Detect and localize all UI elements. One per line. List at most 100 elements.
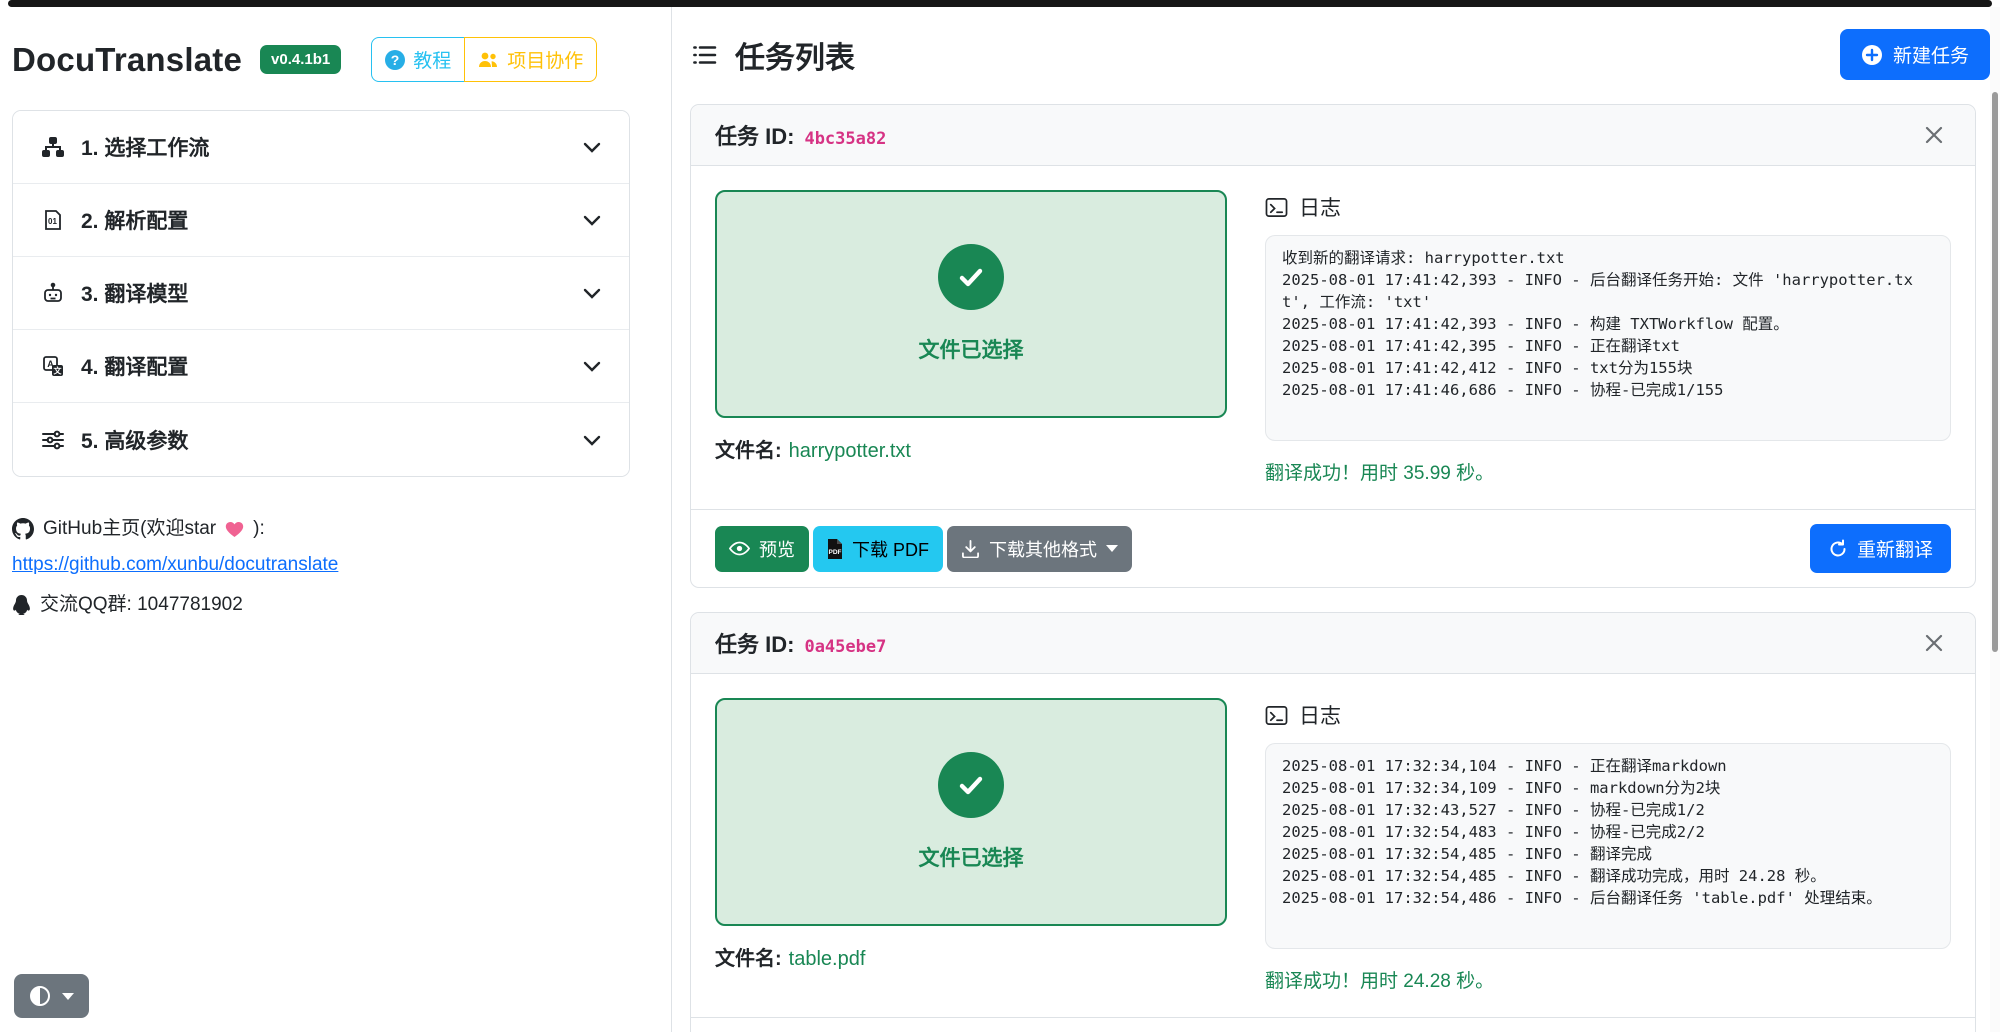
github-icon xyxy=(12,518,34,540)
scrollbar-track[interactable] xyxy=(1990,7,2000,1032)
theme-toggle-button[interactable] xyxy=(14,974,89,1018)
sliders-icon xyxy=(41,428,65,452)
qq-text: 交流QQ群: 1047781902 xyxy=(40,587,243,623)
robot-icon xyxy=(41,281,65,305)
log-line: 2025-08-01 17:32:34,109 - INFO - markdow… xyxy=(1282,777,1934,799)
accordion-label: 1. 选择工作流 xyxy=(81,132,209,162)
github-text-suffix: ): xyxy=(253,511,265,547)
log-line: 2025-08-01 17:41:42,393 - INFO - 构建 TXTW… xyxy=(1282,313,1934,335)
pdf-file-icon: PDF xyxy=(827,539,843,559)
download-other-button[interactable]: 下载其他格式 xyxy=(947,526,1132,572)
chevron-down-icon xyxy=(581,209,603,231)
svg-text:?: ? xyxy=(391,52,400,68)
log-line: 2025-08-01 17:32:54,485 - INFO - 翻译完成 xyxy=(1282,843,1934,865)
download-other-label: 下载其他格式 xyxy=(989,536,1097,562)
log-line: 2025-08-01 17:32:34,104 - INFO - 正在翻译mar… xyxy=(1282,755,1934,777)
qq-line: 交流QQ群: 1047781902 xyxy=(12,587,629,623)
filename-line: 文件名: harrypotter.txt xyxy=(715,434,1227,463)
filename-label: 文件名: xyxy=(715,440,782,462)
page-title: 任务列表 xyxy=(735,33,855,77)
task-id-value: 0a45ebe7 xyxy=(804,637,886,657)
accordion-label: 4. 翻译配置 xyxy=(81,351,188,381)
svg-text:PDF: PDF xyxy=(829,549,842,556)
check-circle-icon xyxy=(938,752,1004,818)
log-output[interactable]: 2025-08-01 17:32:34,104 - INFO - 正在翻译mar… xyxy=(1265,743,1951,949)
tutorial-label: 教程 xyxy=(413,46,451,73)
scrollbar-thumb[interactable] xyxy=(1992,92,1998,652)
filename-value: table.pdf xyxy=(789,948,866,970)
log-line: 2025-08-01 17:32:54,483 - INFO - 协程-已完成2… xyxy=(1282,821,1934,843)
close-icon xyxy=(1921,122,1947,148)
task-card-body: 文件已选择 文件名: harrypotter.txt 日志 收到新的翻译请求: h… xyxy=(691,166,1975,509)
log-line: 2025-08-01 17:32:54,485 - INFO - 翻译成功完成，… xyxy=(1282,865,1934,887)
svg-text:文: 文 xyxy=(54,366,63,376)
tutorial-button[interactable]: ? 教程 xyxy=(371,37,465,82)
task-card-body: 文件已选择 文件名:table.pdf 日志 2025-08-01 17:32:… xyxy=(691,674,1975,1017)
file-dropzone[interactable]: 文件已选择 xyxy=(715,698,1227,926)
translate-icon: A文 xyxy=(41,354,65,378)
diagram-icon xyxy=(41,135,65,159)
github-text-prefix: GitHub主页(欢迎star xyxy=(43,511,216,547)
close-task-button[interactable] xyxy=(1917,118,1951,152)
filename-value: harrypotter.txt xyxy=(789,440,911,462)
caret-down-icon xyxy=(1106,545,1118,552)
task-id-value: 4bc35a82 xyxy=(804,129,886,149)
log-title: 日志 xyxy=(1299,192,1341,222)
people-icon xyxy=(478,51,499,69)
log-line: 2025-08-01 17:32:54,486 - INFO - 后台翻译任务 … xyxy=(1282,887,1934,909)
terminal-icon xyxy=(1265,197,1288,218)
log-line: 2025-08-01 17:32:43,527 - INFO - 协程-已完成1… xyxy=(1282,799,1934,821)
task-id-label: 任务 ID: xyxy=(715,627,794,659)
github-link[interactable]: https://github.com/xunbu/docutranslate xyxy=(12,554,338,575)
page-title-row: 任务列表 xyxy=(690,33,855,77)
github-line: GitHub主页(欢迎star ): xyxy=(12,511,629,547)
accordion-item-translate-config[interactable]: A文 4. 翻译配置 xyxy=(13,330,629,403)
chevron-down-icon xyxy=(581,355,603,377)
status-text: 翻译成功！用时 35.99 秒。 xyxy=(1265,458,1951,485)
refresh-icon xyxy=(1828,539,1848,559)
log-title: 日志 xyxy=(1299,700,1341,730)
chevron-down-icon xyxy=(581,429,603,451)
eye-icon xyxy=(729,541,750,556)
collab-label: 项目协作 xyxy=(507,46,583,73)
file-selected-text: 文件已选择 xyxy=(919,334,1024,364)
preview-button[interactable]: 预览 xyxy=(715,526,809,572)
new-task-button[interactable]: 新建任务 xyxy=(1840,29,1990,80)
log-output[interactable]: 收到新的翻译请求: harrypotter.txt 2025-08-01 17:… xyxy=(1265,235,1951,441)
collab-button[interactable]: 项目协作 xyxy=(464,37,597,82)
contrast-icon xyxy=(29,985,51,1007)
download-pdf-button[interactable]: PDF 下载 PDF xyxy=(813,526,943,572)
log-column: 日志 收到新的翻译请求: harrypotter.txt 2025-08-01 … xyxy=(1265,190,1951,485)
task-card-footer: 预览 PDF 下载 PDF 下载其他格式 重新翻译 xyxy=(691,509,1975,587)
brand-row: DocuTranslate v0.4.1b1 ? 教程 项目协作 xyxy=(12,37,631,82)
download-pdf-label: 下载 PDF xyxy=(852,536,929,562)
preview-label: 预览 xyxy=(759,536,795,562)
log-line: 2025-08-01 17:41:42,412 - INFO - txt分为15… xyxy=(1282,357,1934,379)
action-button-row: 预览 PDF 下载 PDF 下载其他格式 xyxy=(715,526,1132,572)
sidebar-footer: GitHub主页(欢迎star ): https://github.com/xu… xyxy=(12,511,629,623)
workflow-accordion: 1. 选择工作流 01 2. 解析配置 3. 翻译模型 xyxy=(12,110,630,477)
heart-icon xyxy=(225,521,244,538)
task-list-icon xyxy=(690,40,720,70)
log-line: 2025-08-01 17:41:42,393 - INFO - 后台翻译任务开… xyxy=(1282,269,1934,313)
log-line: 收到新的翻译请求: harrypotter.txt xyxy=(1282,247,1934,269)
file-column: 文件已选择 文件名:table.pdf xyxy=(715,698,1227,993)
new-task-label: 新建任务 xyxy=(1893,41,1969,68)
status-text: 翻译成功！用时 24.28 秒。 xyxy=(1265,966,1951,993)
retranslate-label: 重新翻译 xyxy=(1857,535,1933,562)
file-dropzone[interactable]: 文件已选择 xyxy=(715,190,1227,418)
log-column: 日志 2025-08-01 17:32:34,104 - INFO - 正在翻译… xyxy=(1265,698,1951,993)
accordion-item-translate-model[interactable]: 3. 翻译模型 xyxy=(13,257,629,330)
log-title-row: 日志 xyxy=(1265,192,1951,222)
caret-down-icon xyxy=(62,993,74,1000)
main-header: 任务列表 新建任务 xyxy=(690,29,1990,80)
log-line: 2025-08-01 17:41:42,395 - INFO - 正在翻译txt xyxy=(1282,335,1934,357)
accordion-item-advanced-params[interactable]: 5. 高级参数 xyxy=(13,403,629,476)
accordion-item-parse-config[interactable]: 01 2. 解析配置 xyxy=(13,184,629,257)
accordion-label: 2. 解析配置 xyxy=(81,205,188,235)
retranslate-button[interactable]: 重新翻译 xyxy=(1810,524,1951,573)
accordion-item-workflow[interactable]: 1. 选择工作流 xyxy=(13,111,629,184)
task-id-label: 任务 ID: xyxy=(715,119,794,151)
task-card: 任务 ID: 0a45ebe7 文件已选择 文件名:tabl xyxy=(690,612,1976,1032)
close-task-button[interactable] xyxy=(1917,626,1951,660)
